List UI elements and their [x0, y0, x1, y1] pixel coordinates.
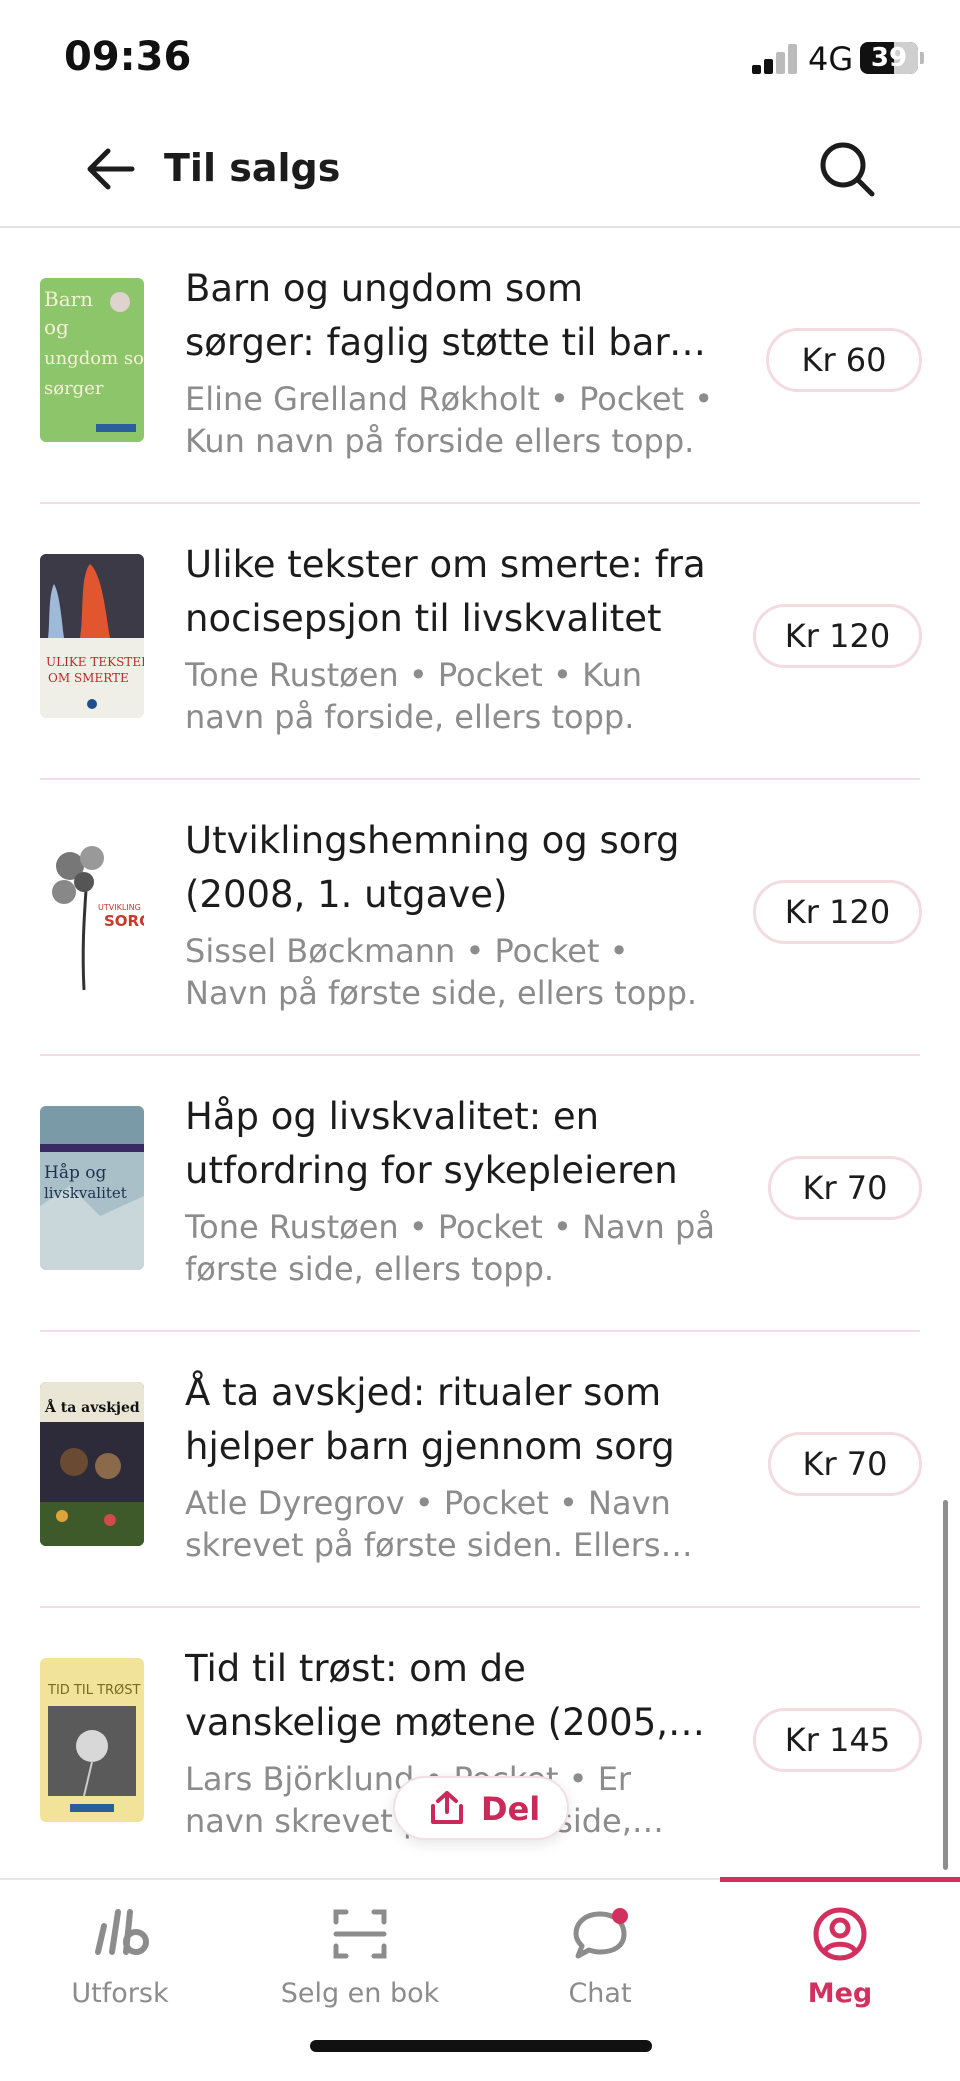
listing-row[interactable]: ULIKE TEKSTER OM SMERTE Ulike tekster om…	[0, 504, 960, 780]
listing-meta: Sissel Bøckmann • Pocket • Navn på først…	[185, 932, 698, 1012]
search-button[interactable]	[816, 138, 878, 200]
search-icon	[820, 142, 875, 197]
nav-label: Chat	[568, 1978, 632, 2009]
listing-meta: Eline Grelland Røkholt • Pocket • Kun na…	[185, 380, 714, 460]
book-cover: ULIKE TEKSTER OM SMERTE	[40, 554, 144, 718]
listing-title: Tid til trøst: om de vanskelige møtene (…	[185, 1647, 669, 1744]
svg-text:Barn: Barn	[44, 287, 93, 311]
share-label: Del	[481, 1790, 541, 1828]
network-type: 4G	[808, 40, 854, 78]
svg-text:og: og	[44, 315, 69, 339]
nav-item-meg[interactable]: Meg	[720, 1898, 960, 2009]
svg-text:livskvalitet: livskvalitet	[44, 1184, 127, 1202]
svg-text:OM SMERTE: OM SMERTE	[48, 671, 129, 685]
svg-text:UTVIKLING: UTVIKLING	[98, 903, 141, 912]
book-cover: TID TIL TRØST	[40, 1658, 144, 1822]
book-cover: Håp og livskvalitet	[40, 1106, 144, 1270]
svg-text:ungdom som: ungdom som	[44, 348, 144, 369]
nav-label: Utforsk	[71, 1978, 169, 2009]
svg-text:ULIKE TEKSTER: ULIKE TEKSTER	[46, 655, 144, 669]
price-button[interactable]: Kr 120	[753, 604, 922, 668]
price-button[interactable]: Kr 120	[753, 880, 922, 944]
book-cover: Barn og ungdom som sørger	[40, 278, 144, 442]
listing-row[interactable]: Barn og ungdom som sørger Barn og ungdom…	[0, 228, 960, 504]
svg-text:Håp og: Håp og	[44, 1163, 106, 1183]
listing-list: Barn og ungdom som sørger Barn og ungdom…	[0, 228, 960, 1884]
listing-title: Utviklingshemning og sorg (2008, 1. utga…	[185, 819, 680, 916]
active-tab-indicator	[720, 1877, 960, 1882]
svg-text:Å ta avskjed: Å ta avskjed	[44, 1398, 140, 1416]
price-button[interactable]: Kr 70	[768, 1432, 922, 1496]
listing-row[interactable]: UTVIKLING SORG Utviklingshemning og sorg…	[0, 780, 960, 1056]
logo-lb-icon	[95, 1909, 149, 1955]
price-button[interactable]: Kr 145	[753, 1708, 922, 1772]
listing-title: Håp og livskvalitet: en utfordring for s…	[185, 1095, 678, 1192]
share-button[interactable]: Del	[393, 1776, 569, 1840]
top-bar: Til salgs	[0, 110, 960, 228]
nav-item-selg-en-bok[interactable]: Selg en bok	[240, 1898, 480, 2009]
listing-meta: Atle Dyregrov • Pocket • Navn skrevet på…	[185, 1484, 671, 1564]
battery-icon: 39	[860, 42, 918, 74]
status-bar: 09:36 4G 39	[0, 0, 960, 110]
listing-meta: Tone Rustøen • Pocket • Navn på første s…	[185, 1208, 715, 1288]
home-indicator	[310, 2040, 652, 2052]
battery-level: 39	[870, 43, 908, 73]
chat-icon	[573, 1908, 628, 1959]
share-icon	[431, 1791, 463, 1824]
listing-row[interactable]: TID TIL TRØST Tid til trøst: om de vansk…	[0, 1608, 960, 1884]
listing-row[interactable]: Håp og livskvalitet Håp og livskvalitet:…	[0, 1056, 960, 1332]
listing-meta: Tone Rustøen • Pocket • Kun navn på fors…	[185, 656, 643, 736]
price-button[interactable]: Kr 60	[766, 328, 922, 392]
nav-item-utforsk[interactable]: Utforsk	[0, 1898, 240, 2009]
status-time: 09:36	[64, 34, 192, 80]
nav-label: Meg	[807, 1978, 873, 2009]
nav-label: Selg en bok	[280, 1978, 440, 2009]
profile-icon	[813, 1907, 867, 1961]
page-title: Til salgs	[164, 146, 341, 190]
arrow-left-icon	[87, 148, 135, 190]
listing-title: Barn og ungdom som sørger: faglig støtte…	[185, 267, 693, 364]
svg-text:SORG: SORG	[104, 912, 144, 930]
book-cover: Å ta avskjed	[40, 1382, 144, 1546]
scan-icon	[333, 1909, 387, 1959]
signal-icon	[752, 44, 800, 74]
svg-text:TID TIL TRØST: TID TIL TRØST	[47, 1683, 141, 1698]
svg-text:sørger: sørger	[44, 378, 104, 399]
back-button[interactable]	[82, 140, 140, 198]
listing-title: Å ta avskjed: ritualer som hjelper barn …	[185, 1371, 675, 1468]
scrollbar[interactable]	[943, 1500, 948, 1870]
listing-title: Ulike tekster om smerte: fra nocisepsjon…	[185, 543, 706, 640]
nav-item-chat[interactable]: Chat	[480, 1898, 720, 2009]
book-cover: UTVIKLING SORG	[40, 830, 144, 994]
listing-row[interactable]: Å ta avskjed Å ta avskjed: ritualer som …	[0, 1332, 960, 1608]
price-button[interactable]: Kr 70	[768, 1156, 922, 1220]
